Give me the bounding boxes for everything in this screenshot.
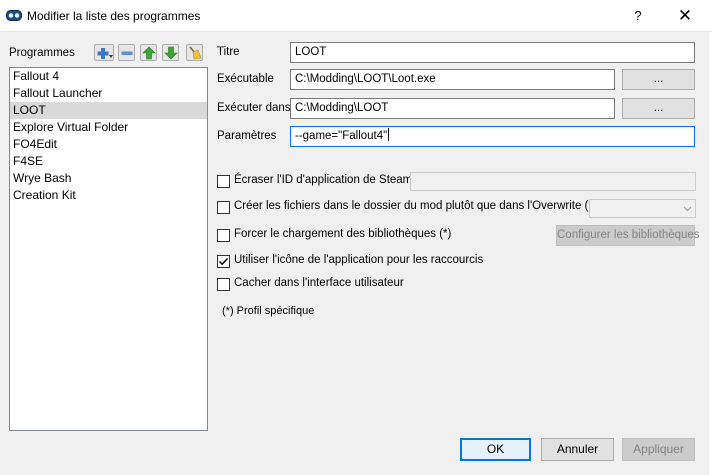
- force-libs-checkbox-row[interactable]: Forcer le chargement des bibliothèques (…: [217, 228, 451, 243]
- executable-input[interactable]: C:\Modding\LOOT\Loot.exe: [290, 69, 615, 90]
- move-down-icon: [164, 46, 178, 60]
- remove-icon: [121, 51, 133, 55]
- ok-button[interactable]: OK: [460, 438, 531, 461]
- remove-program-button[interactable]: [118, 44, 135, 61]
- mod-select: [589, 199, 696, 218]
- move-down-button[interactable]: [162, 44, 179, 61]
- title-bar: Modifier la liste des programmes ? ✕: [0, 0, 712, 32]
- use-icon-checkbox[interactable]: [217, 255, 230, 268]
- program-item[interactable]: F4SE: [10, 153, 207, 170]
- start-in-input[interactable]: C:\Modding\LOOT: [290, 98, 615, 119]
- executable-value: C:\Modding\LOOT\Loot.exe: [295, 73, 436, 85]
- title-value: LOOT: [295, 46, 327, 58]
- force-libs-label: Forcer le chargement des bibliothèques (…: [234, 228, 452, 240]
- steam-id-input: [410, 172, 696, 191]
- steam-id-checkbox-row[interactable]: Écraser l'ID d'application de Steam: [217, 174, 412, 189]
- program-item[interactable]: Explore Virtual Folder: [10, 119, 207, 136]
- browse-start-in-button[interactable]: ...: [622, 98, 695, 119]
- text-caret: [388, 128, 390, 141]
- move-up-icon: [142, 46, 156, 60]
- executable-label: Exécutable: [217, 73, 274, 85]
- add-icon: [97, 48, 113, 59]
- program-item[interactable]: Creation Kit: [10, 187, 207, 204]
- arguments-input[interactable]: --game="Fallout4": [290, 126, 695, 147]
- clean-broom-icon: [189, 46, 202, 60]
- start-in-value: C:\Modding\LOOT: [295, 102, 389, 114]
- create-files-checkbox[interactable]: [217, 201, 230, 214]
- apply-button: Appliquer: [622, 438, 695, 461]
- create-files-checkbox-row[interactable]: Créer les fichiers dans le dossier du mo…: [217, 200, 597, 215]
- start-in-label: Exécuter dans: [217, 102, 291, 114]
- browse-executable-button[interactable]: ...: [622, 69, 695, 90]
- program-item[interactable]: Fallout Launcher: [10, 85, 207, 102]
- program-item[interactable]: FO4Edit: [10, 136, 207, 153]
- window-title: Modifier la liste des programmes: [27, 9, 201, 23]
- title-input[interactable]: LOOT: [290, 42, 695, 63]
- cancel-button[interactable]: Annuler: [541, 438, 614, 461]
- help-button[interactable]: ?: [620, 0, 656, 32]
- use-icon-checkbox-row[interactable]: Utiliser l'icône de l'application pour l…: [217, 254, 483, 269]
- clean-button[interactable]: [186, 44, 203, 61]
- chevron-down-icon: [683, 206, 692, 212]
- checkmark-icon: [218, 257, 229, 266]
- add-program-button[interactable]: [94, 44, 114, 61]
- close-button[interactable]: ✕: [665, 0, 705, 32]
- programs-label: Programmes: [9, 47, 75, 59]
- hide-ui-checkbox[interactable]: [217, 278, 230, 291]
- title-label: Titre: [217, 46, 240, 58]
- program-item[interactable]: Wrye Bash: [10, 170, 207, 187]
- steam-id-checkbox[interactable]: [217, 175, 230, 188]
- hide-ui-checkbox-row[interactable]: Cacher dans l'interface utilisateur: [217, 277, 404, 292]
- arguments-label: Paramètres: [217, 130, 277, 142]
- hide-ui-label: Cacher dans l'interface utilisateur: [234, 277, 404, 289]
- programs-list[interactable]: Fallout 4 Fallout Launcher LOOT Explore …: [9, 67, 208, 431]
- force-libs-checkbox[interactable]: [217, 229, 230, 242]
- program-item[interactable]: Fallout 4: [10, 68, 207, 85]
- profile-specific-note: (*) Profil spécifique: [222, 305, 315, 317]
- program-item-selected[interactable]: LOOT: [10, 102, 207, 119]
- move-up-button[interactable]: [140, 44, 157, 61]
- mod-organizer-icon: [6, 10, 22, 21]
- use-icon-label: Utiliser l'icône de l'application pour l…: [234, 254, 484, 266]
- steam-id-label: Écraser l'ID d'application de Steam: [234, 174, 413, 186]
- arguments-value: --game="Fallout4": [295, 130, 388, 142]
- configure-libraries-button: Configurer les bibliothèques: [556, 225, 700, 246]
- create-files-label: Créer les fichiers dans le dossier du mo…: [234, 200, 597, 212]
